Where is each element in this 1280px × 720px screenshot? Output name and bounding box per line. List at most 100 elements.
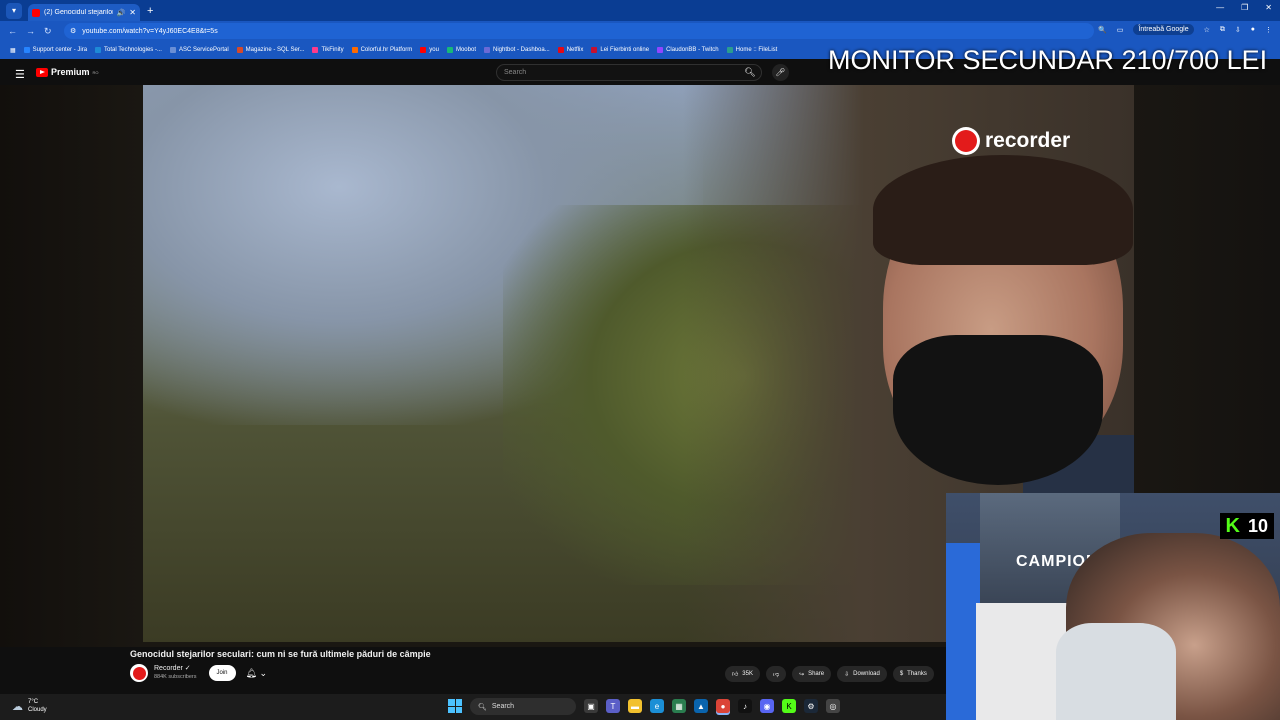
discord-icon[interactable]: ◉ <box>760 699 774 713</box>
edge-icon[interactable]: e <box>650 699 664 713</box>
recorder-logo-icon <box>952 127 980 155</box>
kick-count: 10 <box>1247 515 1268 536</box>
bookmark-item[interactable]: TikFinity <box>312 47 344 53</box>
download-button[interactable]: ⇩ Download <box>837 666 887 682</box>
bookmark-item[interactable]: Support center - Jira <box>23 47 88 53</box>
youtube-favicon-icon <box>32 8 40 17</box>
bookmark-favicon-icon <box>236 47 243 53</box>
taskbar-apps: ▣ T ▬ e ▦ ▲ ● ♪ ◉ K ⚙ ◎ <box>584 699 840 713</box>
address-input[interactable]: ⚙ youtube.com/watch?v=Y4yJ60EC4E8&t=5s <box>64 23 1094 39</box>
join-button[interactable]: Join <box>208 665 236 681</box>
menu-dots-icon[interactable]: ⋮ <box>1265 26 1272 34</box>
windows-start-icon[interactable] <box>448 699 462 713</box>
kick-app-icon[interactable]: K <box>782 699 796 713</box>
windows-taskbar: ☁ 7°C Cloudy 🔍︎ Search ▣ T ▬ e ▦ ▲ ● ♪ ◉… <box>0 694 946 720</box>
zoom-icon[interactable]: 🔍 <box>1098 26 1107 34</box>
tab-close-icon[interactable]: ✕ <box>129 8 136 17</box>
bookmark-item[interactable]: Colorful.hr Platform <box>351 47 413 53</box>
channel-avatar[interactable] <box>130 664 148 682</box>
microphone-icon[interactable]: 🎤︎ <box>772 64 789 81</box>
bookmark-label: Moobot <box>455 47 476 53</box>
download-icon: ⇩ <box>844 671 850 678</box>
dislike-button[interactable]: 👎︎ <box>765 666 787 682</box>
youtube-logo[interactable]: Premium RO <box>36 67 99 77</box>
bookmark-item[interactable]: ASC ServicePortal <box>169 47 229 53</box>
taskbar-search[interactable]: 🔍︎ Search <box>470 698 576 715</box>
bookmark-item[interactable]: you <box>420 47 439 53</box>
share-icon: ↪ <box>799 671 805 678</box>
store-icon[interactable]: ▦ <box>672 699 686 713</box>
bookmark-label: Magazine - SQL Ser... <box>245 47 305 53</box>
new-tab-icon[interactable]: + <box>147 5 153 17</box>
search-icon[interactable]: 🔍︎ <box>738 64 762 81</box>
bookmark-item[interactable]: Netflix <box>557 47 583 53</box>
bookmark-item[interactable]: Total Technologies -... <box>95 47 162 53</box>
notification-bell-icon[interactable]: 🔔︎ ⌄ <box>246 668 267 679</box>
forward-icon[interactable]: → <box>26 26 36 36</box>
recorder-watermark: recorder <box>952 127 1070 155</box>
like-button[interactable]: 👍︎ 35K <box>725 666 760 682</box>
close-window-icon[interactable]: ✕ <box>1265 3 1272 12</box>
bookmark-label: Support center - Jira <box>32 47 88 53</box>
hamburger-menu-icon[interactable]: ☰ <box>15 68 25 81</box>
tiktok-icon[interactable]: ♪ <box>738 699 752 713</box>
back-icon[interactable]: ← <box>8 26 18 36</box>
bookmark-star-icon[interactable]: ☆ <box>1204 26 1210 34</box>
cast-icon[interactable]: ▭ <box>1117 26 1124 34</box>
file-explorer-icon[interactable]: ▬ <box>628 699 642 713</box>
task-view-icon[interactable]: ▣ <box>584 699 598 713</box>
bookmark-item[interactable]: Lei Fierbinti online <box>591 47 649 53</box>
bookmark-item[interactable]: Moobot <box>446 47 476 53</box>
temperature: 7°C <box>28 699 39 705</box>
site-info-icon[interactable]: ⚙ <box>70 27 76 35</box>
audio-icon[interactable]: 🔊 <box>117 9 126 17</box>
person-mask <box>893 335 1103 485</box>
logo-text: Premium <box>51 67 90 77</box>
browser-tab-active[interactable]: (2) Genocidul stejarilor secu... 🔊 ✕ <box>28 4 140 21</box>
bookmark-item[interactable]: ClaudonBB - Twitch <box>657 47 719 53</box>
bookmark-item[interactable]: Home :: FileList <box>726 47 777 53</box>
taskbar-search-label: Search <box>491 703 515 710</box>
downloads-icon[interactable]: ⇩ <box>1235 26 1241 34</box>
address-bar-row: ← → ↻ ⚙ youtube.com/watch?v=Y4yJ60EC4E8&… <box>0 21 1280 41</box>
weather-widget[interactable]: ☁ 7°C Cloudy <box>12 698 47 714</box>
bookmark-item[interactable]: Nightbot - Dashboa... <box>483 47 550 53</box>
reload-icon[interactable]: ↻ <box>44 26 54 37</box>
minimize-icon[interactable]: — <box>1216 3 1224 12</box>
chrome-icon[interactable]: ● <box>716 699 730 713</box>
download-label: Download <box>853 671 880 677</box>
photos-icon[interactable]: ▲ <box>694 699 708 713</box>
teams-icon[interactable]: T <box>606 699 620 713</box>
obs-icon[interactable]: ◎ <box>826 699 840 713</box>
profile-icon[interactable]: ● <box>1251 26 1255 33</box>
extensions-icon[interactable]: ⧉ <box>1220 26 1225 34</box>
bookmark-item[interactable]: Magazine - SQL Ser... <box>236 47 305 53</box>
video-person <box>863 125 1134 545</box>
bookmark-label: Colorful.hr Platform <box>360 47 413 53</box>
tab-search-icon[interactable]: ▾ <box>6 2 22 19</box>
like-count: 35K <box>742 671 753 677</box>
steam-icon[interactable]: ⚙ <box>804 699 818 713</box>
share-button[interactable]: ↪ Share <box>792 666 832 682</box>
bookmark-label: Total Technologies -... <box>104 47 162 53</box>
channel-row: Recorder ✓ 884K subscribers Join 🔔︎ ⌄ <box>130 664 267 682</box>
thanks-label: Thanks <box>907 671 927 677</box>
maximize-icon[interactable]: ❐ <box>1241 3 1248 12</box>
bookmark-favicon-icon <box>591 47 598 53</box>
streamer-shirt <box>1056 623 1176 720</box>
taskbar-search-icon: 🔍︎ <box>478 703 487 711</box>
bookmark-label: Nightbot - Dashboa... <box>492 47 550 53</box>
bookmark-favicon-icon <box>657 47 664 53</box>
ask-google-button[interactable]: Întreabă Google <box>1133 24 1194 35</box>
stream-overlay-text: MONITOR SECUNDAR 210/700 LEI <box>828 45 1268 75</box>
bookmark-favicon-icon <box>726 47 733 53</box>
youtube-play-icon <box>36 67 48 77</box>
apps-grid-icon[interactable]: ▦ <box>10 47 16 54</box>
thumbs-down-icon: 👎︎ <box>772 672 780 678</box>
kick-logo-icon: K <box>1225 514 1240 537</box>
subscriber-count: 884K subscribers <box>154 674 197 680</box>
thanks-button[interactable]: $ Thanks <box>892 666 934 682</box>
channel-name[interactable]: Recorder <box>154 665 183 672</box>
bookmark-label: ASC ServicePortal <box>178 47 229 53</box>
search-input[interactable]: Search <box>496 64 762 81</box>
